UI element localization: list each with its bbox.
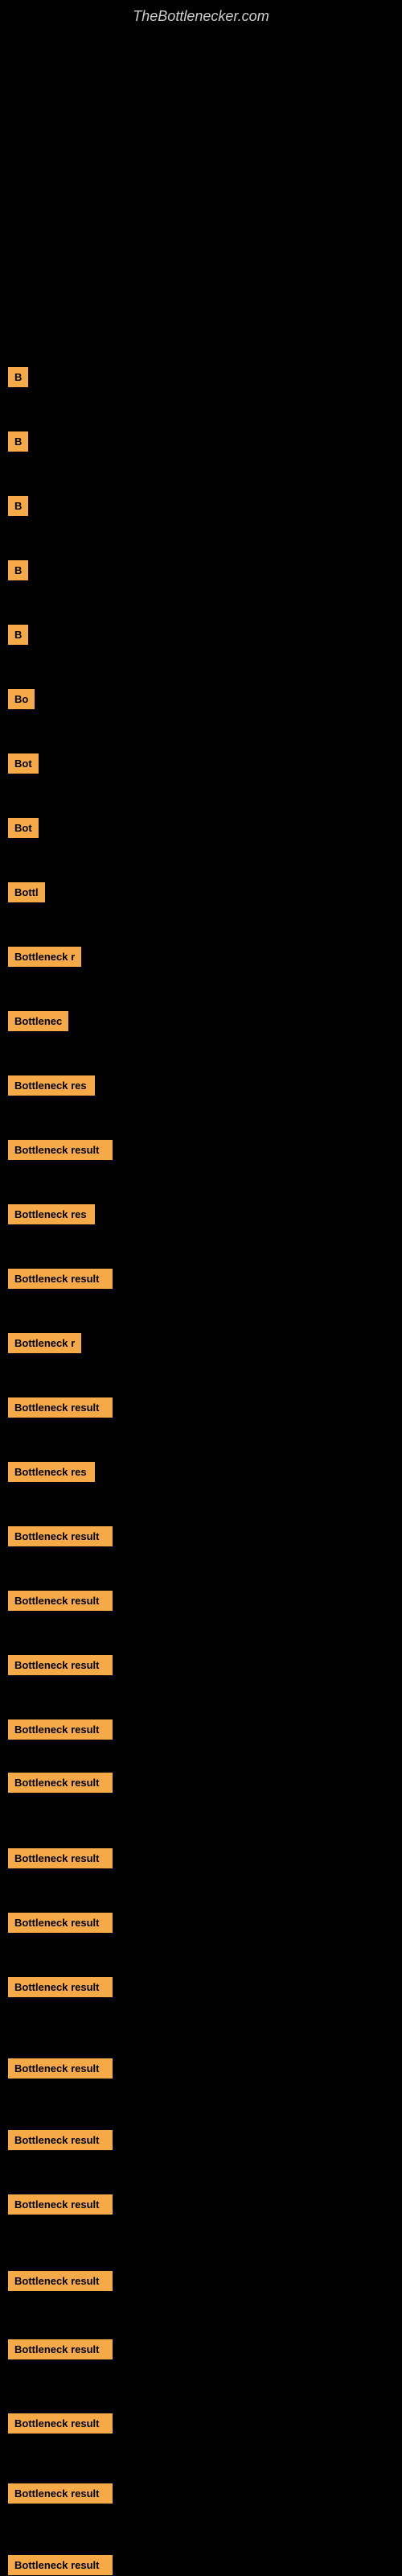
bottleneck-item-21: Bottleneck result [8, 1655, 113, 1675]
bottleneck-item-4: B [8, 560, 28, 580]
bottleneck-item-30: Bottleneck result [8, 2271, 113, 2291]
bottleneck-item-5: B [8, 625, 28, 645]
bottleneck-item-23: Bottleneck result [8, 1773, 113, 1793]
bottleneck-item-1: B [8, 367, 28, 387]
bottleneck-item-27: Bottleneck result [8, 2058, 113, 2079]
bottleneck-item-15: Bottleneck result [8, 1269, 113, 1289]
bottleneck-item-7: Bot [8, 753, 39, 774]
bottleneck-item-9: Bottl [8, 882, 45, 902]
bottleneck-item-24: Bottleneck result [8, 1848, 113, 1868]
bottleneck-item-13: Bottleneck result [8, 1140, 113, 1160]
bottleneck-item-22: Bottleneck result [8, 1719, 113, 1740]
bottleneck-item-28: Bottleneck result [8, 2130, 113, 2150]
bottleneck-item-6: Bo [8, 689, 35, 709]
bottleneck-item-32: Bottleneck result [8, 2413, 113, 2434]
bottleneck-item-26: Bottleneck result [8, 1977, 113, 1997]
bottleneck-item-3: B [8, 496, 28, 516]
bottleneck-item-14: Bottleneck res [8, 1204, 95, 1224]
bottleneck-item-25: Bottleneck result [8, 1913, 113, 1933]
bottleneck-item-34: Bottleneck result [8, 2555, 113, 2575]
bottleneck-item-20: Bottleneck result [8, 1591, 113, 1611]
items-wrapper: B B B B B Bo Bot Bot Bottl Bottleneck r Bottlenec B… [0, 29, 402, 2565]
bottleneck-item-18: Bottleneck res [8, 1462, 95, 1482]
bottleneck-item-33: Bottleneck result [8, 2483, 113, 2504]
bottleneck-item-10: Bottleneck r [8, 947, 81, 967]
bottleneck-item-16: Bottleneck r [8, 1333, 81, 1353]
bottleneck-item-2: B [8, 431, 28, 452]
bottleneck-item-17: Bottleneck result [8, 1397, 113, 1418]
bottleneck-item-19: Bottleneck result [8, 1526, 113, 1546]
bottleneck-item-11: Bottlenec [8, 1011, 68, 1031]
bottleneck-item-8: Bot [8, 818, 39, 838]
bottleneck-item-12: Bottleneck res [8, 1075, 95, 1096]
site-title: TheBottlenecker.com [0, 0, 402, 29]
bottleneck-item-29: Bottleneck result [8, 2194, 113, 2215]
bottleneck-item-31: Bottleneck result [8, 2339, 113, 2359]
